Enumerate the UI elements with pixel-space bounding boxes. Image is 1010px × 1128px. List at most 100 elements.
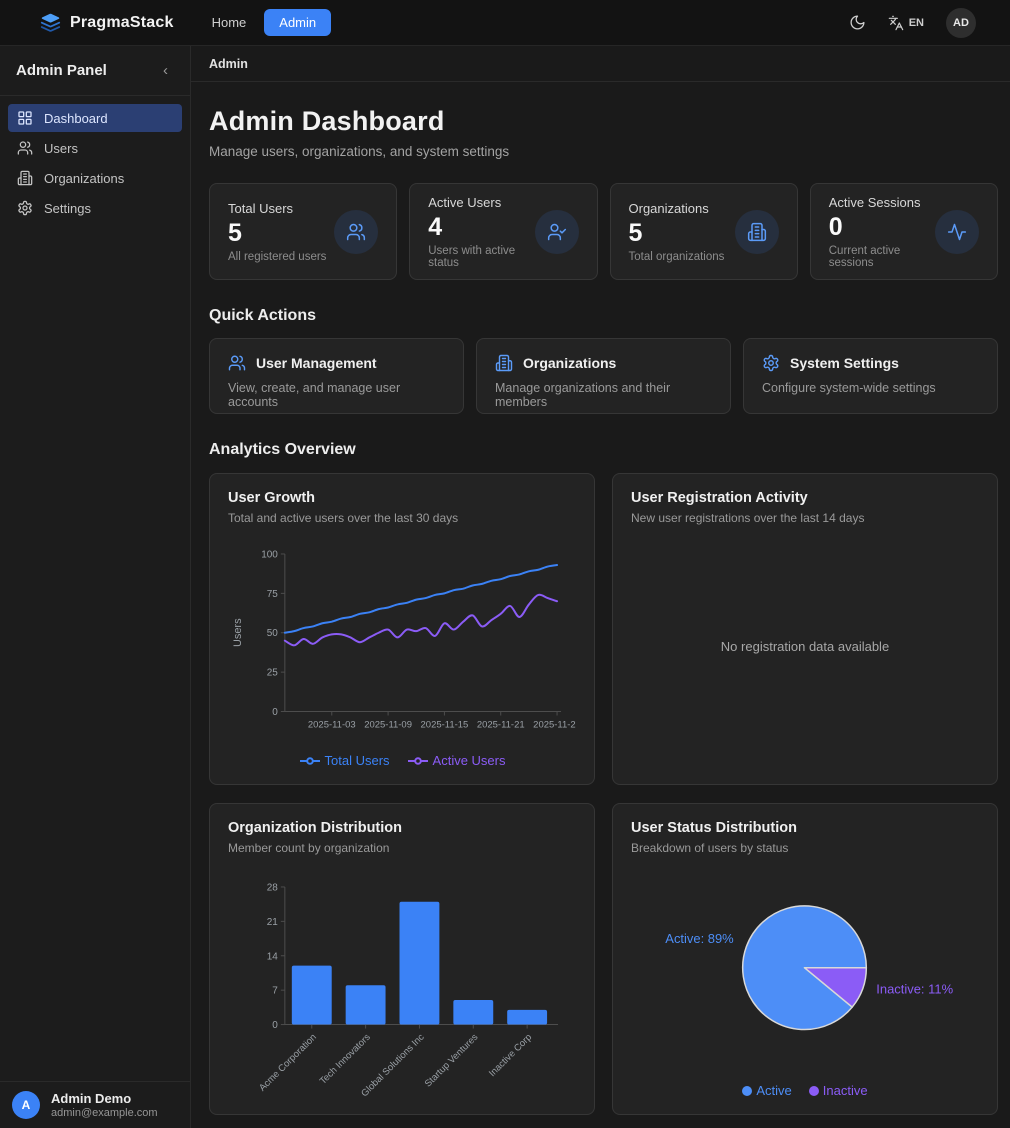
stat-value: 0: [829, 213, 935, 242]
svg-text:25: 25: [267, 667, 279, 678]
svg-text:Inactive Corp: Inactive Corp: [487, 1032, 534, 1079]
svg-text:Acme Corporation: Acme Corporation: [257, 1032, 319, 1094]
legend-dot-icon: [809, 1086, 819, 1096]
quick-action-title: User Management: [256, 355, 377, 371]
gear-icon: [17, 200, 33, 216]
quick-action-description: Configure system-wide settings: [762, 381, 979, 395]
legend-line-icon: [299, 756, 321, 766]
sidebar-item-label: Dashboard: [44, 111, 108, 126]
sidebar-item-label: Settings: [44, 201, 91, 216]
quick-action-organizations[interactable]: Organizations Manage organizations and t…: [476, 338, 731, 414]
analytics-heading: Analytics Overview: [209, 441, 998, 459]
chart-card-user-growth: User Growth Total and active users over …: [209, 473, 595, 785]
users-icon: [228, 354, 246, 372]
quick-action-title: System Settings: [790, 355, 899, 371]
legend-line-icon: [407, 756, 429, 766]
chart-card-user-status: User Status Distribution Breakdown of us…: [612, 803, 998, 1115]
sidebar-collapse-button[interactable]: ‹: [157, 62, 174, 79]
nav-link-home[interactable]: Home: [208, 9, 251, 36]
sidebar-title: Admin Panel: [16, 62, 107, 79]
svg-text:0: 0: [272, 1020, 278, 1031]
svg-text:0: 0: [272, 707, 278, 718]
user-check-icon: [535, 210, 579, 254]
dashboard-grid-icon: [17, 110, 33, 126]
sidebar-item-dashboard[interactable]: Dashboard: [8, 104, 182, 132]
chart-title: Organization Distribution: [228, 820, 576, 836]
sidebar-item-settings[interactable]: Settings: [8, 194, 182, 222]
stat-value: 5: [228, 219, 326, 248]
brand[interactable]: PragmaStack: [40, 12, 174, 33]
stat-label: Total Users: [228, 201, 326, 216]
users-icon: [334, 210, 378, 254]
chart-card-user-registration: User Registration Activity New user regi…: [612, 473, 998, 785]
building-icon: [495, 354, 513, 372]
stat-card-total-users: Total Users 5 All registered users: [209, 183, 397, 280]
chart-title: User Growth: [228, 490, 576, 506]
stat-label: Active Sessions: [829, 195, 935, 210]
theme-toggle-button[interactable]: [849, 14, 866, 31]
stats-grid: Total Users 5 All registered users Activ…: [209, 183, 998, 280]
svg-text:Active: 89%: Active: 89%: [665, 930, 734, 945]
chart-subtitle: Member count by organization: [228, 841, 576, 855]
chart-subtitle: New user registrations over the last 14 …: [631, 511, 979, 525]
sidebar-item-label: Organizations: [44, 171, 124, 186]
stat-card-organizations: Organizations 5 Total organizations: [610, 183, 798, 280]
quick-actions-grid: User Management View, create, and manage…: [209, 338, 998, 414]
empty-state-message: No registration data available: [721, 639, 889, 654]
quick-action-system-settings[interactable]: System Settings Configure system-wide se…: [743, 338, 998, 414]
svg-text:14: 14: [267, 951, 279, 962]
svg-text:2025-11-09: 2025-11-09: [364, 719, 412, 730]
quick-actions-heading: Quick Actions: [209, 307, 998, 325]
users-icon: [17, 140, 33, 156]
brand-name: PragmaStack: [70, 14, 174, 32]
admin-sidebar: Admin Panel ‹ Dashboard Users: [0, 46, 191, 1128]
svg-text:Startup Ventures: Startup Ventures: [423, 1031, 481, 1089]
sidebar-item-organizations[interactable]: Organizations: [8, 164, 182, 192]
svg-text:75: 75: [267, 588, 279, 599]
user-menu-avatar[interactable]: AD: [946, 8, 976, 38]
sidebar-user-profile[interactable]: A Admin Demo admin@example.com: [0, 1081, 190, 1128]
sidebar-nav: Dashboard Users Organizations: [0, 96, 190, 232]
profile-name: Admin Demo: [51, 1091, 158, 1107]
stat-card-active-users: Active Users 4 Users with active status: [409, 183, 597, 280]
stat-value: 5: [629, 219, 725, 248]
chart-title: User Status Distribution: [631, 820, 979, 836]
legend-item: Active Users: [407, 753, 506, 768]
legend-item: Inactive: [809, 1083, 868, 1098]
chart-subtitle: Total and active users over the last 30 …: [228, 511, 576, 525]
charts-grid: User Growth Total and active users over …: [209, 473, 998, 1115]
svg-text:Inactive: 11%: Inactive: 11%: [876, 981, 953, 996]
activity-icon: [935, 210, 979, 254]
legend-item: Active: [742, 1083, 791, 1098]
languages-icon: [888, 15, 904, 31]
svg-text:Tech Innovators: Tech Innovators: [318, 1031, 373, 1086]
main-content: Admin Admin Dashboard Manage users, orga…: [191, 46, 1010, 1128]
svg-text:2025-11-21: 2025-11-21: [477, 719, 525, 730]
nav-link-admin[interactable]: Admin: [264, 9, 331, 36]
quick-action-user-management[interactable]: User Management View, create, and manage…: [209, 338, 464, 414]
svg-text:50: 50: [267, 628, 279, 639]
breadcrumb[interactable]: Admin: [209, 57, 248, 71]
language-switcher[interactable]: EN: [888, 15, 924, 31]
building-icon: [17, 170, 33, 186]
svg-text:21: 21: [267, 917, 279, 928]
sidebar-item-label: Users: [44, 141, 78, 156]
quick-action-title: Organizations: [523, 355, 616, 371]
svg-text:7: 7: [272, 985, 278, 996]
sidebar-item-users[interactable]: Users: [8, 134, 182, 162]
moon-icon: [849, 14, 866, 31]
navbar-right: EN AD: [849, 8, 976, 38]
language-label: EN: [909, 17, 924, 29]
legend-item: Total Users: [299, 753, 390, 768]
layers-logo-icon: [40, 12, 61, 33]
chart-subtitle: Breakdown of users by status: [631, 841, 979, 855]
stat-label: Active Users: [428, 195, 534, 210]
stat-card-active-sessions: Active Sessions 0 Current active session…: [810, 183, 998, 280]
page-subtitle: Manage users, organizations, and system …: [209, 144, 998, 159]
quick-action-description: View, create, and manage user accounts: [228, 381, 445, 409]
sidebar-header: Admin Panel ‹: [0, 46, 190, 96]
svg-text:2025-11-15: 2025-11-15: [421, 719, 469, 730]
quick-action-description: Manage organizations and their members: [495, 381, 712, 409]
chart-title: User Registration Activity: [631, 490, 979, 506]
pie-chart: Active: 89% Inactive: 11% Active Inactive: [631, 855, 979, 1098]
